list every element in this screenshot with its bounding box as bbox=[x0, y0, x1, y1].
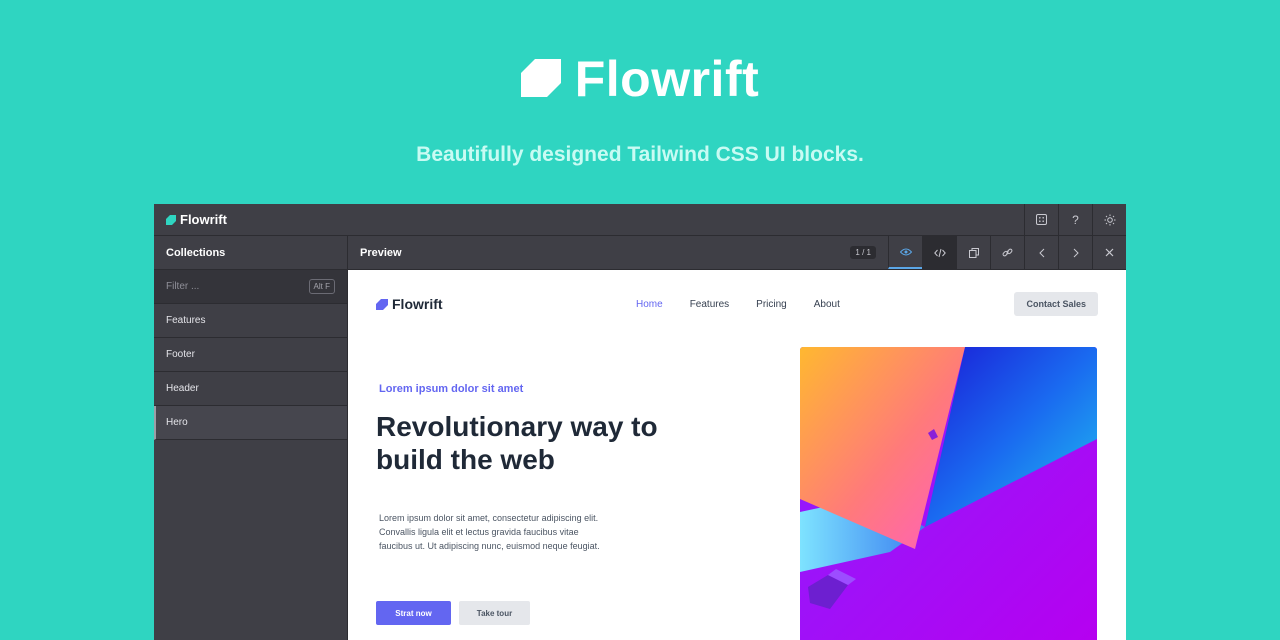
app-brand[interactable]: Flowrift bbox=[154, 212, 227, 227]
flowrift-logo-icon bbox=[376, 298, 388, 310]
nav-link-features[interactable]: Features bbox=[690, 299, 729, 310]
site-nav-links: Home Features Pricing About bbox=[636, 299, 840, 310]
flowrift-logo-icon bbox=[520, 59, 561, 97]
filter-input[interactable] bbox=[166, 281, 286, 292]
eye-icon[interactable] bbox=[888, 236, 922, 269]
nav-link-pricing[interactable]: Pricing bbox=[756, 299, 787, 310]
app-window: Flowrift ? Collections Alt F Features Fo… bbox=[154, 204, 1126, 640]
nav-link-about[interactable]: About bbox=[814, 299, 840, 310]
site-brand[interactable]: Flowrift bbox=[376, 296, 443, 312]
sidebar-item-features[interactable]: Features bbox=[154, 304, 347, 338]
sidebar-item-footer[interactable]: Footer bbox=[154, 338, 347, 372]
hero-abstract-image bbox=[800, 347, 1097, 640]
hero-brand: Flowrift bbox=[0, 54, 1280, 104]
grid-icon[interactable] bbox=[1024, 204, 1058, 235]
hero-tagline: Beautifully designed Tailwind CSS UI blo… bbox=[416, 143, 864, 166]
preview-header: Preview 1 / 1 bbox=[348, 236, 1126, 270]
start-now-button[interactable]: Strat now bbox=[376, 601, 451, 625]
chevron-left-icon[interactable] bbox=[1024, 236, 1058, 269]
sidebar-item-header[interactable]: Header bbox=[154, 372, 347, 406]
filter-bar: Alt F bbox=[154, 270, 347, 304]
collections-sidebar: Collections Alt F Features Footer Header… bbox=[154, 236, 348, 640]
code-icon[interactable] bbox=[922, 236, 956, 269]
app-topbar: Flowrift ? bbox=[154, 204, 1126, 236]
sun-icon[interactable] bbox=[1092, 204, 1126, 235]
sidebar-item-hero[interactable]: Hero bbox=[154, 406, 347, 440]
chevron-right-icon[interactable] bbox=[1058, 236, 1092, 269]
site-brand-name: Flowrift bbox=[392, 296, 443, 312]
help-icon[interactable]: ? bbox=[1058, 204, 1092, 235]
hero-brand-name: Flowrift bbox=[574, 51, 760, 107]
preview-title: Preview bbox=[360, 246, 402, 259]
hero-headline: Revolutionary way to build the web bbox=[376, 411, 658, 475]
copy-icon[interactable] bbox=[956, 236, 990, 269]
app-brand-name: Flowrift bbox=[180, 212, 227, 227]
flowrift-logo-icon bbox=[166, 214, 176, 225]
filter-shortcut: Alt F bbox=[308, 279, 335, 294]
nav-link-home[interactable]: Home bbox=[636, 299, 663, 310]
link-icon[interactable] bbox=[990, 236, 1024, 269]
take-tour-button[interactable]: Take tour bbox=[459, 601, 530, 625]
page-indicator: 1 / 1 bbox=[850, 246, 876, 259]
close-icon[interactable] bbox=[1092, 236, 1126, 269]
collections-title: Collections bbox=[154, 236, 347, 270]
contact-sales-button[interactable]: Contact Sales bbox=[1014, 292, 1098, 316]
hero-eyebrow: Lorem ipsum dolor sit amet bbox=[379, 383, 524, 395]
preview-canvas: Flowrift Home Features Pricing About Con… bbox=[348, 270, 1126, 640]
site-navbar: Flowrift Home Features Pricing About Con… bbox=[376, 292, 1098, 316]
hero-body: Lorem ipsum dolor sit amet, consectetur … bbox=[379, 513, 600, 551]
